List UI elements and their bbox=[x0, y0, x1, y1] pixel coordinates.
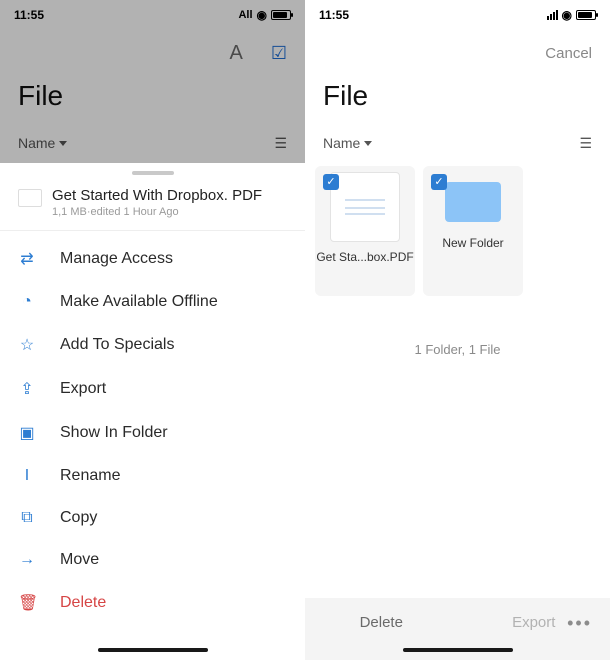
move-icon: → bbox=[18, 551, 36, 569]
menu-item-label: Export bbox=[60, 380, 106, 398]
menu-item[interactable]: → Move bbox=[0, 539, 305, 581]
check-icon[interactable]: ✓ bbox=[431, 174, 447, 190]
file-grid: ✓ Get Sta...box.PDF ✓ New Folder bbox=[305, 160, 610, 302]
menu-item[interactable]: ⇄ Manage Access bbox=[0, 237, 305, 281]
action-sheet: Get Started With Dropbox. PDF 1,1 MB·edi… bbox=[0, 163, 305, 660]
menu-item[interactable]: ⇪ Export bbox=[0, 367, 305, 411]
battery-icon bbox=[271, 10, 291, 20]
chevron-down-icon bbox=[364, 141, 372, 146]
chevron-down-icon bbox=[59, 141, 67, 146]
sort-bar: Name ☰ bbox=[0, 126, 305, 160]
menu-item-label: Rename bbox=[60, 467, 120, 485]
status-time: 11:55 bbox=[14, 8, 44, 22]
more-icon[interactable]: ••• bbox=[567, 613, 592, 634]
status-bar: 11:55 All ◉ bbox=[0, 0, 305, 30]
menu-item[interactable]: ☆ Add To Specials bbox=[0, 323, 305, 367]
people-icon: ⇄ bbox=[18, 249, 36, 269]
select-mode-icon[interactable]: ☑ bbox=[271, 43, 287, 64]
toolbar: A ☑ bbox=[0, 30, 305, 76]
menu-item-label: Copy bbox=[60, 509, 97, 527]
home-indicator[interactable] bbox=[403, 648, 513, 652]
sort-button[interactable]: Name bbox=[323, 135, 372, 151]
menu-item-label: Make Available Offline bbox=[60, 293, 218, 311]
menu-item[interactable]: I Rename bbox=[0, 455, 305, 497]
wifi-icon: ◉ bbox=[257, 8, 267, 22]
status-bar: 11:55 ◉ bbox=[305, 0, 610, 30]
delete-button[interactable]: Delete bbox=[360, 614, 403, 631]
sheet-handle[interactable] bbox=[132, 171, 174, 175]
file-tile[interactable]: ✓ Get Sta...box.PDF bbox=[315, 166, 415, 296]
battery-icon bbox=[576, 10, 596, 20]
wifi-icon: ◉ bbox=[562, 8, 572, 22]
folder-tile[interactable]: ✓ New Folder bbox=[423, 166, 523, 296]
folder-icon: ▣ bbox=[18, 423, 36, 443]
font-size-button[interactable]: A bbox=[230, 42, 243, 65]
folder-icon bbox=[445, 182, 501, 222]
check-icon[interactable]: ✓ bbox=[323, 174, 339, 190]
file-name: Get Started With Dropbox. PDF bbox=[18, 187, 287, 204]
home-indicator[interactable] bbox=[98, 648, 208, 652]
view-toggle-icon[interactable]: ☰ bbox=[274, 135, 287, 152]
file-thumbnail bbox=[18, 189, 42, 207]
export-icon: ⇪ bbox=[18, 379, 36, 399]
menu-item-label: Show In Folder bbox=[60, 424, 168, 442]
menu-item[interactable]: 🗑 Delete bbox=[0, 581, 305, 625]
file-meta: 1,1 MB·edited 1 Hour Ago bbox=[18, 206, 287, 218]
nav-bar: Cancel bbox=[305, 30, 610, 76]
file-preview bbox=[330, 172, 400, 242]
menu-item-label: Add To Specials bbox=[60, 336, 174, 354]
copy-icon: ⧉ bbox=[18, 509, 36, 527]
sort-button[interactable]: Name bbox=[18, 135, 67, 151]
status-time: 11:55 bbox=[319, 8, 349, 22]
menu-item[interactable]: ⧉ Copy bbox=[0, 497, 305, 539]
signal-icon bbox=[547, 10, 558, 20]
status-icons: ◉ bbox=[547, 8, 596, 22]
offline-icon: ◔ bbox=[18, 293, 36, 311]
sheet-file-header: Get Started With Dropbox. PDF 1,1 MB·edi… bbox=[0, 181, 305, 231]
page-title: File bbox=[0, 76, 305, 126]
page-title: File bbox=[305, 76, 610, 126]
sort-label: Name bbox=[18, 135, 55, 151]
folder-caption: New Folder bbox=[442, 236, 503, 250]
export-button[interactable]: Export bbox=[512, 614, 555, 631]
menu-item[interactable]: ▣ Show In Folder bbox=[0, 411, 305, 455]
menu-item-label: Delete bbox=[60, 594, 106, 612]
menu-item-label: Move bbox=[60, 551, 99, 569]
file-caption: Get Sta...box.PDF bbox=[316, 250, 413, 264]
sort-label: Name bbox=[323, 135, 360, 151]
delete-icon: 🗑 bbox=[18, 593, 36, 613]
carrier-label: All bbox=[238, 9, 252, 21]
selection-summary: 1 Folder, 1 File bbox=[305, 342, 610, 357]
menu-item-label: Manage Access bbox=[60, 250, 173, 268]
left-screen: 11:55 All ◉ A ☑ File Name ☰ Get Started … bbox=[0, 0, 305, 660]
right-screen: 11:55 ◉ Cancel File Name ☰ ✓ Get Sta...b… bbox=[305, 0, 610, 660]
rename-icon: I bbox=[18, 467, 36, 485]
sheet-menu: ⇄ Manage Access ◔ Make Available Offline ☆ Ad… bbox=[0, 231, 305, 660]
sort-bar: Name ☰ bbox=[305, 126, 610, 160]
view-toggle-icon[interactable]: ☰ bbox=[579, 135, 592, 152]
menu-item[interactable]: ◔ Make Available Offline bbox=[0, 281, 305, 323]
star-icon: ☆ bbox=[18, 335, 36, 355]
cancel-button[interactable]: Cancel bbox=[545, 45, 592, 62]
status-icons: All ◉ bbox=[238, 8, 291, 22]
